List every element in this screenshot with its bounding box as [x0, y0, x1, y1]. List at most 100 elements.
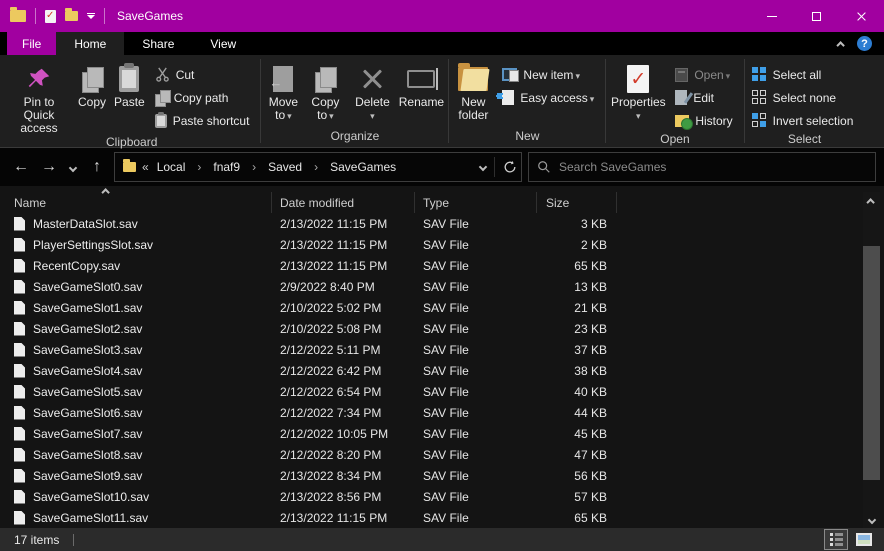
search-input[interactable]: [559, 160, 867, 174]
move-to-button[interactable]: ← Move to: [262, 59, 304, 123]
file-row[interactable]: SaveGameSlot5.sav 2/12/2022 6:54 PM SAV …: [0, 381, 884, 402]
file-row[interactable]: SaveGameSlot0.sav 2/9/2022 8:40 PM SAV F…: [0, 276, 884, 297]
breadcrumb-fnaf9[interactable]: fnaf9: [211, 160, 242, 174]
file-row[interactable]: PlayerSettingsSlot.sav 2/13/2022 11:15 P…: [0, 234, 884, 255]
details-view-button[interactable]: [824, 529, 848, 550]
new-item-label: New item: [523, 68, 580, 82]
customize-toolbar-dropdown-icon[interactable]: [87, 13, 95, 19]
breadcrumb-local[interactable]: Local: [155, 160, 188, 174]
file-row[interactable]: SaveGameSlot6.sav 2/12/2022 7:34 PM SAV …: [0, 402, 884, 423]
qat-separator: [35, 8, 36, 24]
file-row[interactable]: SaveGameSlot11.sav 2/13/2022 11:15 PM SA…: [0, 507, 884, 528]
back-button[interactable]: ←: [10, 158, 32, 176]
scroll-up-icon[interactable]: [863, 192, 880, 209]
copy-path-button[interactable]: Copy path: [151, 86, 254, 109]
refresh-icon[interactable]: [503, 160, 517, 174]
close-button[interactable]: [839, 0, 884, 32]
properties-quick-icon[interactable]: [45, 10, 56, 23]
file-row[interactable]: SaveGameSlot7.sav 2/12/2022 10:05 PM SAV…: [0, 423, 884, 444]
up-button[interactable]: ↑: [86, 158, 108, 176]
copy-path-icon: [155, 90, 168, 105]
pin-to-quick-access-button[interactable]: Pin to Quick access: [4, 59, 74, 135]
file-type: SAV File: [415, 469, 537, 483]
delete-button[interactable]: Delete: [349, 59, 395, 123]
new-item-button[interactable]: New item: [498, 63, 598, 86]
scrollbar-track[interactable]: [863, 209, 880, 511]
file-row[interactable]: SaveGameSlot8.sav 2/12/2022 8:20 PM SAV …: [0, 444, 884, 465]
paste-shortcut-button[interactable]: Paste shortcut: [151, 109, 254, 132]
file-row[interactable]: MasterDataSlot.sav 2/13/2022 11:15 PM SA…: [0, 213, 884, 234]
invert-selection-label: Invert selection: [773, 114, 854, 128]
tab-file[interactable]: File: [7, 32, 56, 55]
file-name: SaveGameSlot2.sav: [33, 322, 142, 336]
copy-to-label: Copy to: [308, 96, 342, 123]
collapse-ribbon-icon[interactable]: [836, 41, 844, 49]
navigation-bar: ← → ↑ « Local › fnaf9 › Saved › SaveGame…: [0, 148, 884, 186]
minimize-button[interactable]: [749, 0, 794, 32]
file-row[interactable]: SaveGameSlot4.sav 2/12/2022 6:42 PM SAV …: [0, 360, 884, 381]
copy-to-icon: [315, 62, 335, 96]
breadcrumb-separator-icon[interactable]: ›: [310, 160, 322, 174]
column-header-date-modified[interactable]: Date modified: [272, 192, 415, 213]
breadcrumb-overflow[interactable]: «: [142, 160, 149, 174]
column-header-type[interactable]: Type: [415, 192, 537, 213]
file-icon: [14, 217, 25, 231]
select-none-button[interactable]: Select none: [748, 86, 858, 109]
pin-icon: [26, 62, 52, 96]
search-box[interactable]: [528, 152, 876, 182]
delete-label: Delete: [355, 96, 390, 109]
file-row[interactable]: SaveGameSlot1.sav 2/10/2022 5:02 PM SAV …: [0, 297, 884, 318]
help-icon[interactable]: [857, 36, 872, 51]
tab-home[interactable]: Home: [56, 32, 124, 55]
easy-access-button[interactable]: Easy access: [498, 86, 598, 109]
breadcrumb-saved[interactable]: Saved: [266, 160, 304, 174]
file-row[interactable]: SaveGameSlot3.sav 2/12/2022 5:11 PM SAV …: [0, 339, 884, 360]
invert-selection-button[interactable]: Invert selection: [748, 109, 858, 132]
file-date: 2/13/2022 11:15 PM: [272, 259, 415, 273]
app-folder-icon: [10, 10, 26, 22]
minimize-icon: [767, 16, 777, 17]
breadcrumb-separator-icon[interactable]: ›: [193, 160, 205, 174]
properties-button[interactable]: Properties: [607, 59, 669, 123]
copy-button[interactable]: Copy: [74, 59, 110, 109]
open-button[interactable]: Open: [671, 63, 736, 86]
file-size: 47 KB: [537, 448, 617, 462]
paste-button[interactable]: Paste: [110, 59, 149, 109]
new-folder-quick-icon[interactable]: [65, 11, 78, 21]
file-date: 2/10/2022 5:08 PM: [272, 322, 415, 336]
file-size: 56 KB: [537, 469, 617, 483]
scroll-down-icon[interactable]: [863, 511, 880, 528]
file-size: 13 KB: [537, 280, 617, 294]
paste-label: Paste: [114, 96, 145, 109]
vertical-scrollbar[interactable]: [863, 192, 880, 528]
tab-share[interactable]: Share: [124, 32, 192, 55]
copy-to-button[interactable]: Copy to: [304, 59, 346, 123]
organize-group-label: Organize: [262, 129, 447, 147]
edit-button[interactable]: Edit: [671, 86, 736, 109]
edit-icon: [675, 90, 687, 105]
rename-button[interactable]: Rename: [395, 59, 447, 109]
rename-icon: [407, 62, 435, 96]
address-bar[interactable]: « Local › fnaf9 › Saved › SaveGames: [114, 152, 522, 182]
breadcrumb-separator-icon[interactable]: ›: [248, 160, 260, 174]
history-button[interactable]: History: [671, 109, 736, 132]
forward-button[interactable]: →: [38, 158, 60, 176]
file-row[interactable]: SaveGameSlot9.sav 2/13/2022 8:34 PM SAV …: [0, 465, 884, 486]
file-icon: [14, 301, 25, 315]
cut-button[interactable]: Cut: [151, 63, 254, 86]
maximize-button[interactable]: [794, 0, 839, 32]
delete-caret-icon: [370, 109, 375, 123]
scrollbar-thumb[interactable]: [863, 246, 880, 480]
thumbnail-view-button[interactable]: [852, 529, 876, 550]
address-dropdown-icon[interactable]: [479, 163, 487, 171]
file-row[interactable]: SaveGameSlot2.sav 2/10/2022 5:08 PM SAV …: [0, 318, 884, 339]
tab-view[interactable]: View: [192, 32, 254, 55]
column-header-size[interactable]: Size: [537, 192, 617, 213]
recent-locations-icon[interactable]: [66, 158, 80, 176]
select-all-button[interactable]: Select all: [748, 63, 858, 86]
new-folder-button[interactable]: New folder: [450, 59, 496, 122]
file-row[interactable]: RecentCopy.sav 2/13/2022 11:15 PM SAV Fi…: [0, 255, 884, 276]
file-row[interactable]: SaveGameSlot10.sav 2/13/2022 8:56 PM SAV…: [0, 486, 884, 507]
column-header-name[interactable]: Name: [0, 192, 272, 213]
breadcrumb-savegames[interactable]: SaveGames: [328, 160, 398, 174]
